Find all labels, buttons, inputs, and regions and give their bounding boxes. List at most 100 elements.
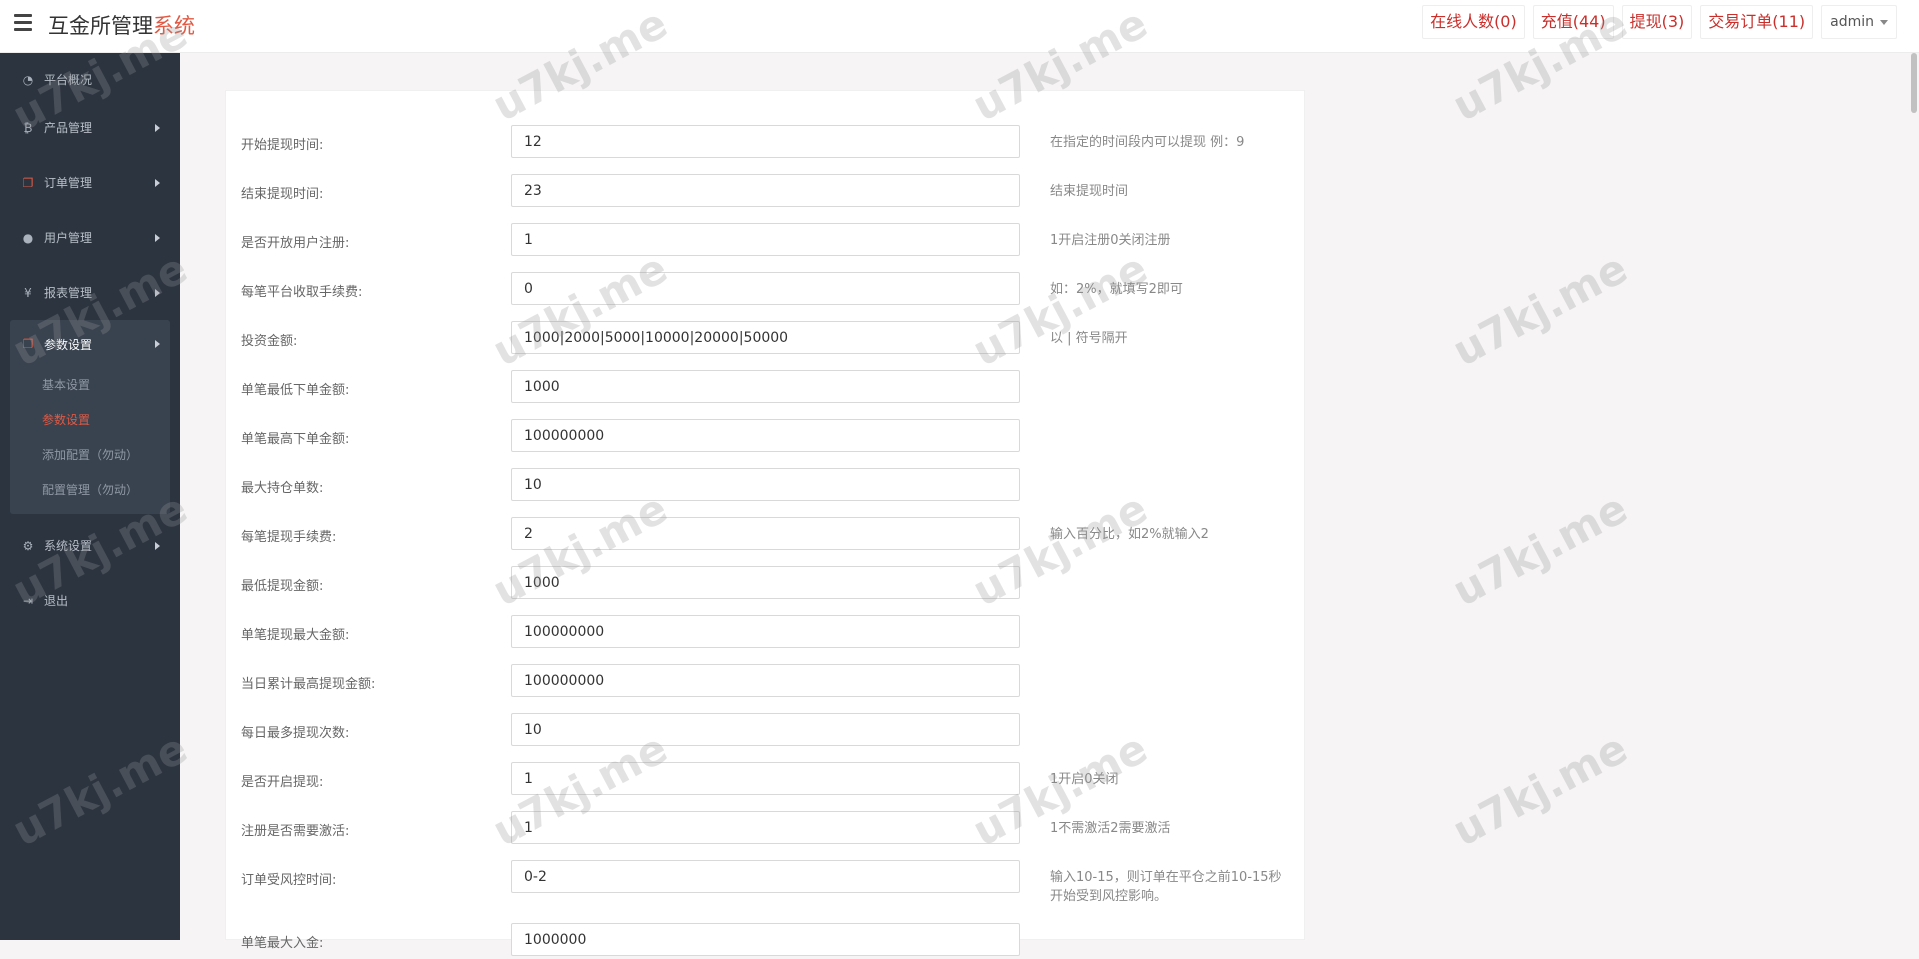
field-help: 以 | 符号隔开 [1050, 331, 1128, 346]
min-order-amount-input[interactable] [511, 370, 1020, 403]
form-row: 单笔最大入金: [226, 923, 1306, 959]
sign-out-icon: ⇥ [22, 593, 34, 608]
trade-orders-link[interactable]: 交易订单(11) [1700, 5, 1814, 39]
username: admin [1830, 14, 1874, 30]
form-row: 是否开放用户注册: 1开启注册0关闭注册 [226, 223, 1306, 259]
withdraw-start-time-input[interactable] [511, 125, 1020, 158]
sidebar-subitem-params[interactable]: 参数设置 [10, 403, 170, 438]
field-label: 最大持仓单数: [241, 481, 324, 496]
brand-accent: 系统 [153, 14, 195, 38]
user-icon: ● [22, 230, 34, 245]
field-label: 投资金额: [241, 334, 298, 349]
sidebar-item-label: 产品管理 [44, 121, 93, 135]
sidebar-item-label: 系统设置 [44, 539, 93, 553]
field-help: 如：2%，就填写2即可 [1050, 282, 1183, 297]
max-order-amount-input[interactable] [511, 419, 1020, 452]
field-help: 1开启注册0关闭注册 [1050, 233, 1171, 248]
copy-icon: ❐ [22, 175, 34, 190]
chevron-right-icon [155, 233, 160, 242]
watermark: u7kj.me [1444, 483, 1636, 616]
min-withdraw-amount-input[interactable] [511, 566, 1020, 599]
registration-activation-input[interactable] [511, 811, 1020, 844]
form-row: 结束提现时间: 结束提现时间 [226, 174, 1306, 210]
enable-withdraw-input[interactable] [511, 762, 1020, 795]
field-label: 单笔最大入金: [241, 936, 324, 951]
field-label: 单笔最高下单金额: [241, 432, 350, 447]
field-label: 单笔提现最大金额: [241, 628, 350, 643]
user-menu[interactable]: admin [1821, 5, 1897, 39]
field-label: 最低提现金额: [241, 579, 324, 594]
sidebar-subitem-basic[interactable]: 基本设置 [10, 368, 170, 403]
field-label: 每日最多提现次数: [241, 726, 350, 741]
sidebar-item-label: 用户管理 [44, 231, 93, 245]
field-label: 每笔提现手续费: [241, 530, 337, 545]
params-form-card: 开始提现时间: 在指定的时间段内可以提现 例：9 结束提现时间: 结束提现时间 … [225, 90, 1306, 956]
sidebar-item-products[interactable]: ₿ 产品管理 [0, 100, 180, 155]
cogs-icon: ⚙ [22, 538, 34, 553]
form-row: 注册是否需要激活: 1不需激活2需要激活 [226, 811, 1306, 847]
field-help: 1开启0关闭 [1050, 772, 1119, 787]
sidebar-item-system[interactable]: ⚙ 系统设置 [0, 518, 180, 573]
max-single-withdraw-input[interactable] [511, 615, 1020, 648]
sidebar-group-params: ❐ 参数设置 基本设置 参数设置 添加配置（勿动） 配置管理（勿动） [10, 320, 170, 514]
sidebar-item-logout[interactable]: ⇥ 退出 [0, 573, 180, 628]
sidebar-subitem-add-config[interactable]: 添加配置（勿动） [10, 438, 170, 473]
online-users-link[interactable]: 在线人数(0) [1422, 5, 1525, 39]
form-row: 单笔提现最大金额: [226, 615, 1306, 651]
field-label: 是否开启提现: [241, 775, 324, 790]
chevron-right-icon [155, 541, 160, 550]
brand-main: 互金所管理 [48, 14, 153, 38]
field-label: 开始提现时间: [241, 138, 324, 153]
daily-withdraw-count-input[interactable] [511, 713, 1020, 746]
form-row: 每日最多提现次数: [226, 713, 1306, 749]
sidebar-item-label: 报表管理 [44, 286, 93, 300]
dashboard-icon: ◔ [22, 72, 34, 87]
risk-control-time-input[interactable] [511, 860, 1020, 893]
daily-max-withdraw-input[interactable] [511, 664, 1020, 697]
field-help: 输入百分比，如2%就输入2 [1050, 527, 1209, 542]
form-row: 订单受风控时间: 输入10-15，则订单在平仓之前10-15秒开始受到风控影响。 [226, 860, 1306, 910]
watermark: u7kj.me [1444, 243, 1636, 376]
bitcoin-icon: ₿ [23, 120, 33, 135]
sidebar-item-label: 参数设置 [44, 337, 93, 352]
chevron-right-icon [155, 340, 160, 348]
field-label: 单笔最低下单金额: [241, 383, 350, 398]
chevron-right-icon [155, 123, 160, 132]
header-links: 在线人数(0) 充值(44) 提现(3) 交易订单(11) admin [1422, 5, 1897, 39]
field-help: 结束提现时间 [1050, 184, 1129, 199]
field-help: 1不需激活2需要激活 [1050, 821, 1171, 836]
investment-amounts-input[interactable] [511, 321, 1020, 354]
form-row: 每笔平台收取手续费: 如：2%，就填写2即可 [226, 272, 1306, 308]
form-row: 当日累计最高提现金额: [226, 664, 1306, 700]
sidebar-item-orders[interactable]: ❐ 订单管理 [0, 155, 180, 210]
menu-toggle-icon[interactable] [14, 14, 32, 31]
caret-down-icon [1880, 19, 1888, 25]
field-help: 在指定的时间段内可以提现 例：9 [1050, 135, 1245, 150]
app-title: 互金所管理系统 [48, 10, 195, 40]
field-label: 每笔平台收取手续费: [241, 285, 363, 300]
field-label: 注册是否需要激活: [241, 824, 350, 839]
sidebar-item-users[interactable]: ● 用户管理 [0, 210, 180, 265]
form-row: 是否开启提现: 1开启0关闭 [226, 762, 1306, 798]
platform-fee-input[interactable] [511, 272, 1020, 305]
sidebar-item-label: 退出 [44, 594, 69, 608]
max-positions-input[interactable] [511, 468, 1020, 501]
recharge-link[interactable]: 充值(44) [1532, 5, 1614, 39]
sidebar: ◔ 平台概况 ₿ 产品管理 ❐ 订单管理 ● 用户管理 ¥ 报表管理 ❐ 参数设… [0, 53, 180, 940]
form-row: 最大持仓单数: [226, 468, 1306, 504]
copy-icon: ❐ [22, 337, 34, 351]
sidebar-item-reports[interactable]: ¥ 报表管理 [0, 265, 180, 320]
withdraw-end-time-input[interactable] [511, 174, 1020, 207]
field-label: 结束提现时间: [241, 187, 324, 202]
withdraw-fee-input[interactable] [511, 517, 1020, 550]
form-row: 最低提现金额: [226, 566, 1306, 602]
withdraw-link[interactable]: 提现(3) [1621, 5, 1693, 39]
chevron-right-icon [155, 288, 160, 297]
sidebar-item-dashboard[interactable]: ◔ 平台概况 [0, 59, 180, 100]
field-label: 是否开放用户注册: [241, 236, 350, 251]
sidebar-subitem-config-manage[interactable]: 配置管理（勿动） [10, 473, 170, 508]
user-registration-input[interactable] [511, 223, 1020, 256]
sidebar-item-params[interactable]: ❐ 参数设置 [10, 320, 170, 368]
page-scrollbar[interactable] [1911, 53, 1917, 113]
sidebar-item-label: 平台概况 [44, 73, 93, 87]
